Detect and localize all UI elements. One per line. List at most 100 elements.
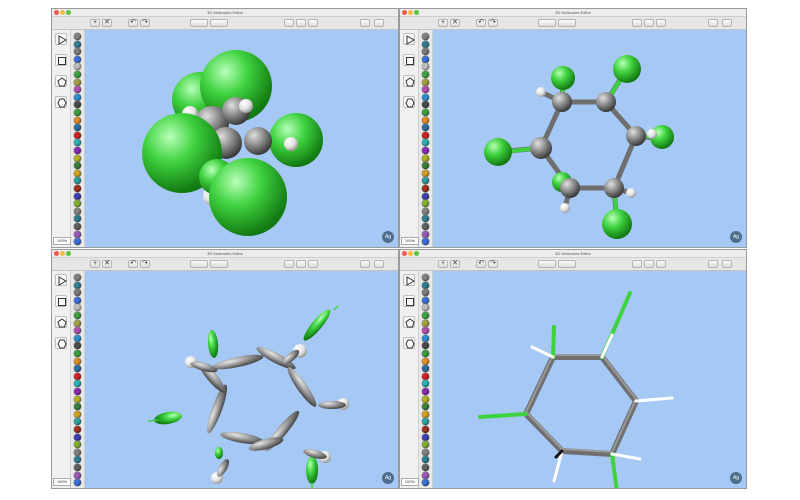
element-swatch[interactable] (74, 139, 81, 147)
element-swatch[interactable] (74, 319, 81, 327)
element-swatch[interactable] (422, 372, 429, 380)
play-tool[interactable] (55, 33, 67, 45)
image-button[interactable] (632, 19, 642, 27)
zoom-level[interactable]: 100% (53, 478, 71, 486)
delete-button[interactable]: ✕ (450, 260, 460, 268)
element-swatch[interactable] (422, 395, 429, 403)
element-swatch[interactable] (422, 207, 429, 215)
element-swatch[interactable] (74, 78, 81, 86)
element-swatch[interactable] (74, 116, 81, 124)
share-button[interactable] (360, 19, 370, 27)
undo-button[interactable]: ↶ (476, 260, 486, 268)
hexagon-tool[interactable] (403, 337, 415, 349)
hexagon-tool[interactable] (55, 96, 67, 108)
play-tool[interactable] (403, 33, 415, 45)
element-swatch[interactable] (422, 40, 429, 48)
add-button[interactable]: + (90, 19, 100, 27)
hexagon-tool[interactable] (55, 337, 67, 349)
element-swatch[interactable] (74, 124, 81, 132)
element-swatch[interactable] (74, 296, 81, 304)
element-swatch[interactable] (74, 63, 81, 71)
export-button[interactable] (308, 260, 318, 268)
element-swatch[interactable] (422, 289, 429, 297)
element-swatch[interactable] (422, 230, 429, 238)
element-swatch[interactable] (422, 357, 429, 365)
element-swatch[interactable] (422, 433, 429, 441)
share-button[interactable] (360, 260, 370, 268)
element-swatch[interactable] (74, 334, 81, 342)
camera-button[interactable] (296, 19, 306, 27)
zoom-level[interactable]: 100% (401, 237, 419, 245)
zoom-level[interactable]: 100% (53, 237, 71, 245)
element-swatch[interactable] (422, 116, 429, 124)
camera-button[interactable] (296, 260, 306, 268)
element-swatch[interactable] (422, 418, 429, 426)
square-tool[interactable] (55, 54, 67, 66)
add-button[interactable]: + (90, 260, 100, 268)
element-swatch[interactable] (74, 471, 81, 479)
view-mode-segment-2[interactable] (210, 19, 228, 27)
element-swatch[interactable] (74, 441, 81, 449)
add-button[interactable]: + (438, 260, 448, 268)
element-swatch[interactable] (74, 418, 81, 426)
element-swatch[interactable] (422, 304, 429, 312)
view-mode-segment-1[interactable] (538, 260, 556, 268)
pentagon-tool[interactable] (55, 75, 67, 87)
element-swatch[interactable] (422, 33, 429, 40)
ag-badge[interactable]: Ag (730, 231, 742, 243)
pentagon-tool[interactable] (403, 316, 415, 328)
element-swatch[interactable] (422, 162, 429, 170)
element-swatch[interactable] (74, 238, 81, 246)
play-tool[interactable] (403, 274, 415, 286)
element-swatch[interactable] (422, 441, 429, 449)
element-swatch[interactable] (74, 479, 81, 487)
fullscreen-button[interactable] (374, 19, 384, 27)
element-swatch[interactable] (422, 479, 429, 487)
element-swatch[interactable] (422, 71, 429, 78)
element-swatch[interactable] (422, 147, 429, 154)
element-swatch[interactable] (74, 169, 81, 177)
element-swatch[interactable] (74, 327, 81, 335)
element-swatch[interactable] (422, 312, 429, 319)
element-swatch[interactable] (422, 327, 429, 335)
element-swatch[interactable] (422, 334, 429, 342)
element-swatch[interactable] (422, 350, 429, 357)
element-swatch[interactable] (74, 55, 81, 63)
element-swatch[interactable] (422, 200, 429, 208)
view-mode-segment-1[interactable] (190, 260, 208, 268)
share-button[interactable] (708, 260, 718, 268)
element-swatch[interactable] (422, 410, 429, 418)
element-swatch[interactable] (422, 238, 429, 246)
element-swatch[interactable] (422, 86, 429, 94)
ag-badge[interactable]: Ag (382, 231, 394, 243)
element-swatch[interactable] (74, 380, 81, 388)
square-tool[interactable] (403, 295, 415, 307)
undo-button[interactable]: ↶ (476, 19, 486, 27)
element-swatch[interactable] (422, 342, 429, 350)
image-button[interactable] (284, 260, 294, 268)
view-mode-segment-1[interactable] (190, 19, 208, 27)
delete-button[interactable]: ✕ (450, 19, 460, 27)
element-swatch[interactable] (74, 71, 81, 78)
view-mode-segment-2[interactable] (558, 260, 576, 268)
element-swatch[interactable] (74, 101, 81, 109)
view-mode-segment-2[interactable] (558, 19, 576, 27)
element-swatch[interactable] (422, 78, 429, 86)
delete-button[interactable]: ✕ (102, 19, 112, 27)
redo-button[interactable]: ↷ (488, 19, 498, 27)
element-swatch[interactable] (74, 185, 81, 192)
element-swatch[interactable] (74, 215, 81, 223)
element-swatch[interactable] (74, 372, 81, 380)
element-swatch[interactable] (422, 365, 429, 373)
ag-badge[interactable]: Ag (730, 472, 742, 484)
export-button[interactable] (308, 19, 318, 27)
element-swatch[interactable] (74, 365, 81, 373)
share-button[interactable] (708, 19, 718, 27)
add-button[interactable]: + (438, 19, 448, 27)
element-swatch[interactable] (74, 350, 81, 357)
element-swatch[interactable] (74, 388, 81, 395)
element-swatch[interactable] (74, 192, 81, 200)
element-swatch[interactable] (422, 109, 429, 116)
camera-button[interactable] (644, 260, 654, 268)
element-swatch[interactable] (422, 154, 429, 162)
